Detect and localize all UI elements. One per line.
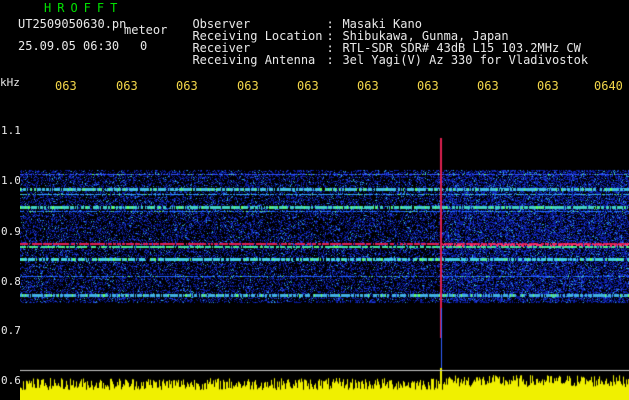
y-tick-1.0: 1.0 <box>1 174 21 187</box>
y-tick-1.1: 1.1 <box>1 124 21 137</box>
x-tick-2: 063 <box>116 79 138 93</box>
antenna-value: 3el Yagi(V) Az 330 for Vladivostok <box>342 53 589 67</box>
antenna-row: Receiving Antenna:3el Yagi(V) Az 330 for… <box>178 42 588 66</box>
x-tick-6: 063 <box>357 79 379 93</box>
y-tick-0.6: 0.6 <box>1 374 21 387</box>
file-name: UT2509050630.pn <box>18 17 127 31</box>
timestamp: 25.09.05 06:30 <box>18 39 120 53</box>
y-tick-0.7: 0.7 <box>1 324 21 337</box>
antenna-sep: : <box>326 53 334 67</box>
spectrogram <box>20 98 629 400</box>
x-tick-1: 063 <box>55 79 77 93</box>
antenna-label: Receiving Antenna <box>192 53 316 67</box>
x-tick-4: 063 <box>237 79 259 93</box>
x-tick-10: 0640 <box>594 79 623 93</box>
x-tick-9: 063 <box>537 79 559 93</box>
y-tick-0.9: 0.9 <box>1 225 21 238</box>
x-tick-8: 063 <box>477 79 499 93</box>
x-tick-5: 063 <box>297 79 319 93</box>
meteor-label: meteor <box>124 23 168 37</box>
y-axis-unit: kHz <box>0 76 20 89</box>
x-tick-3: 063 <box>176 79 198 93</box>
app-title: HROFFT <box>44 1 124 15</box>
meteor-count: 0 <box>140 39 148 53</box>
y-tick-0.8: 0.8 <box>1 275 21 288</box>
x-tick-7: 063 <box>417 79 439 93</box>
